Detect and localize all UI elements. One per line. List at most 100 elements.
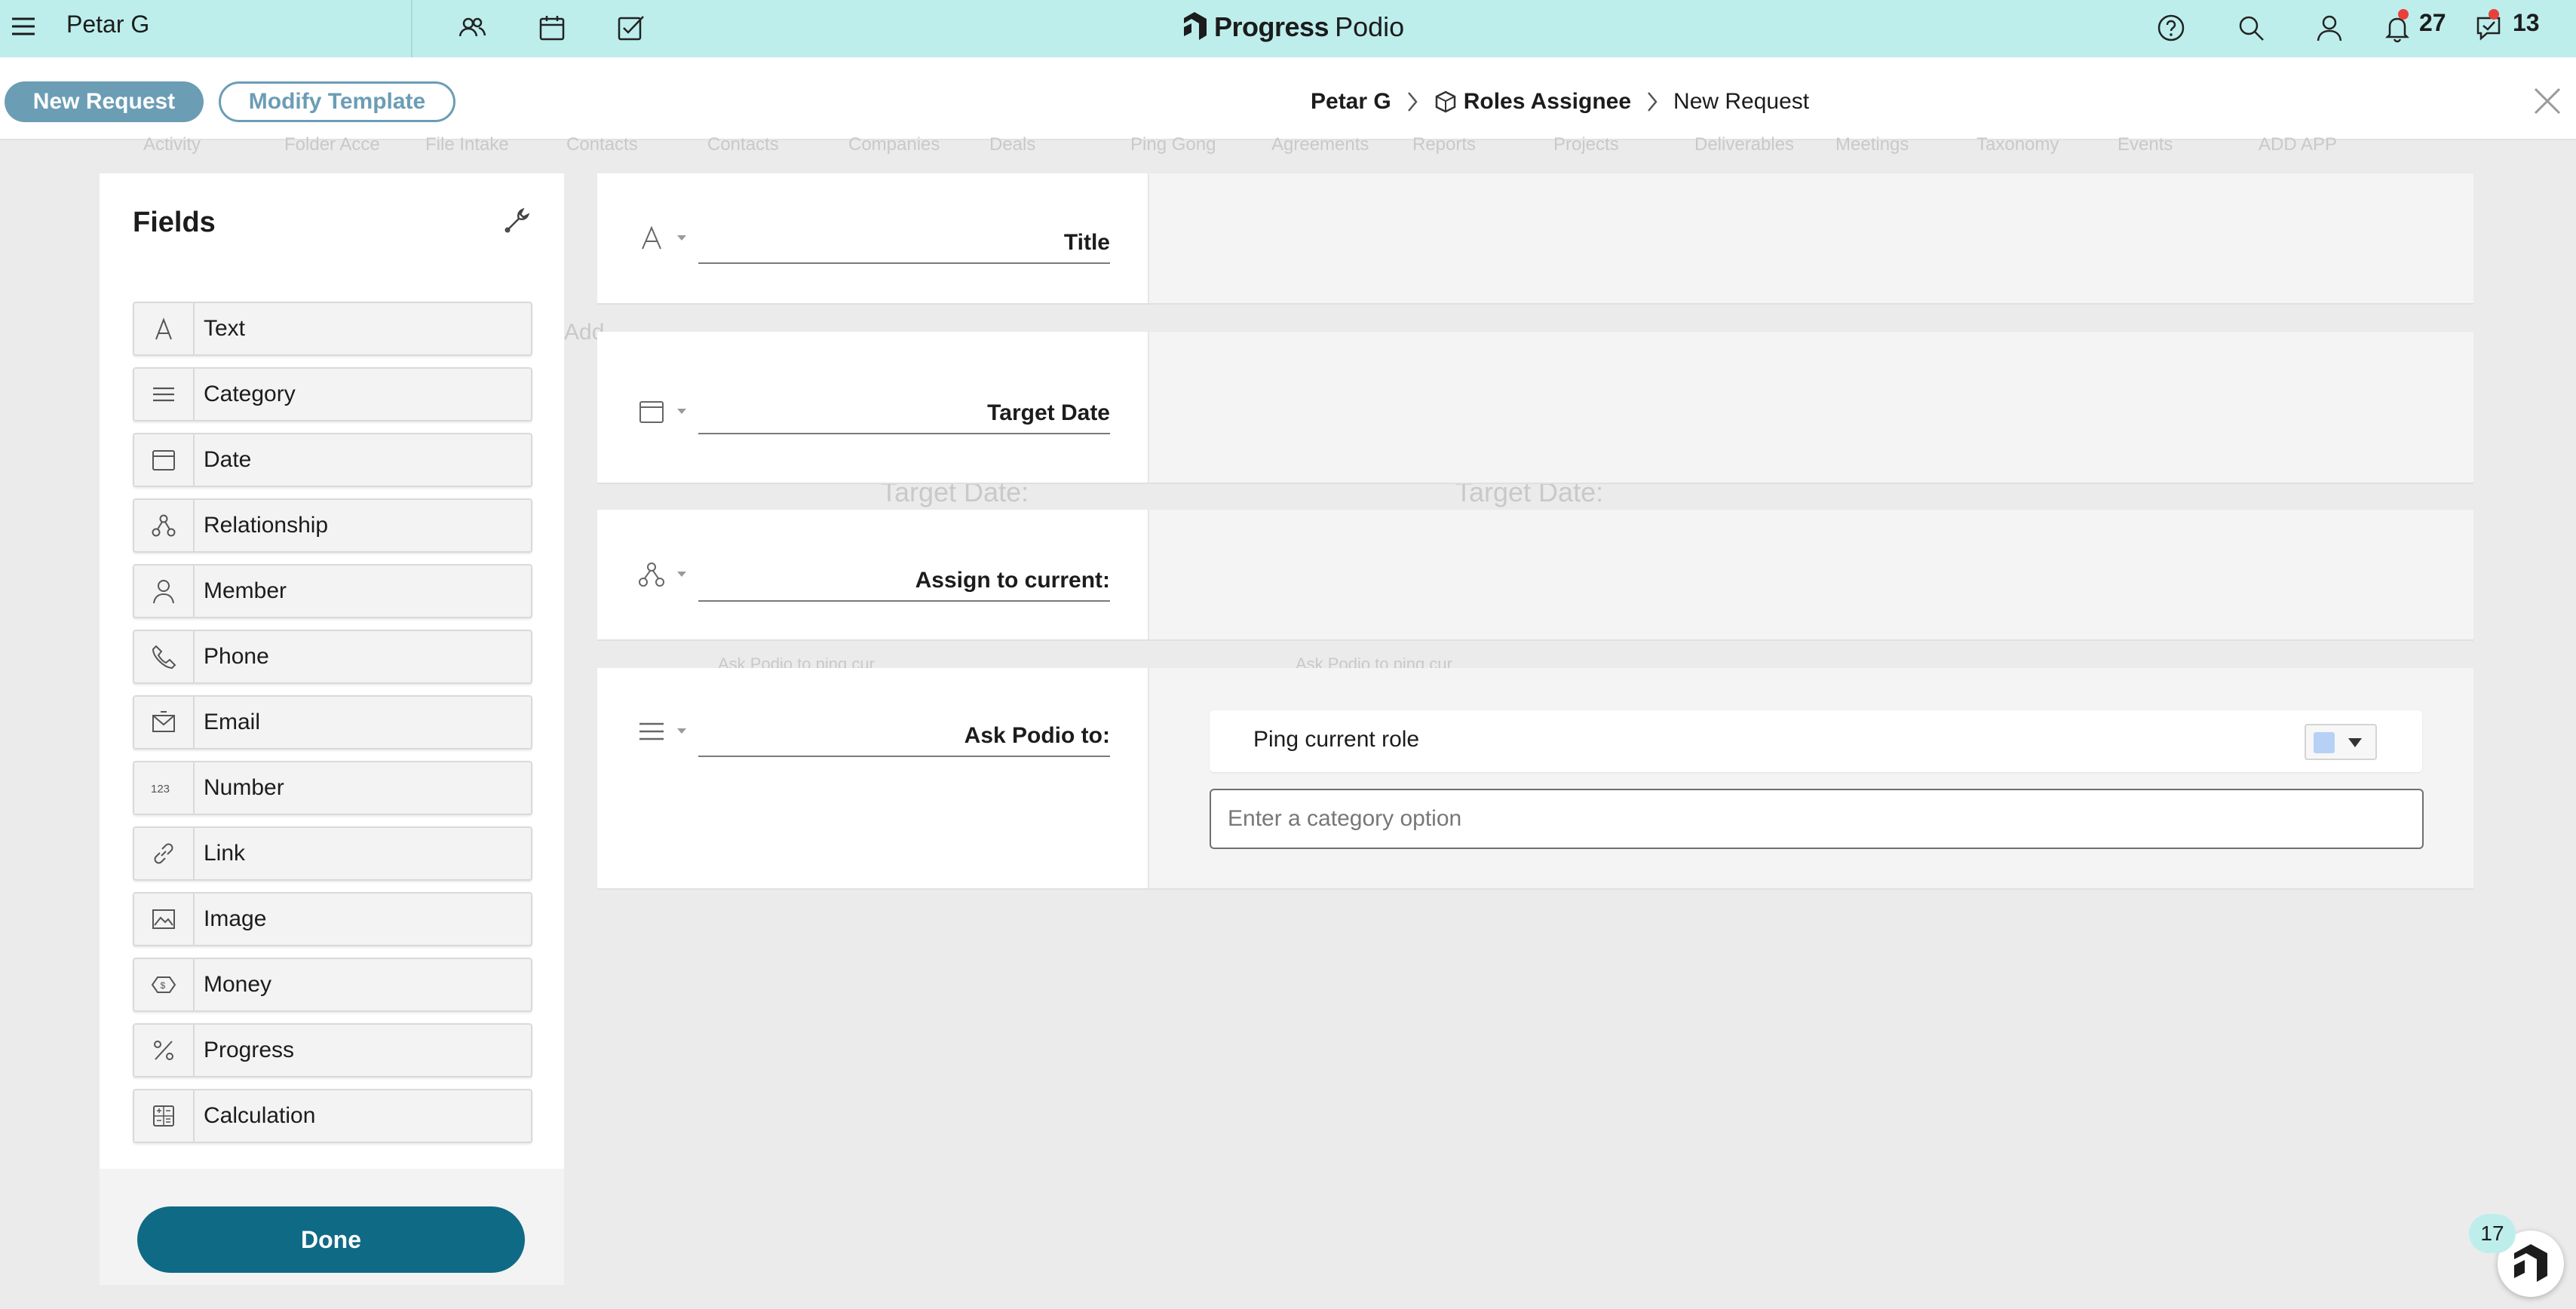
text-icon[interactable] xyxy=(636,223,667,253)
background-tab: Contacts xyxy=(707,134,779,155)
category-option-input[interactable] xyxy=(1210,789,2424,849)
field-type-category[interactable]: Category xyxy=(133,367,532,422)
form-row-target-date: Target Date xyxy=(597,332,2473,484)
breadcrumb-workspace[interactable]: Petar G xyxy=(1311,89,1391,115)
field-type-label: Relationship xyxy=(204,513,329,538)
app-cube-icon xyxy=(1435,90,1455,113)
background-tab: Companies xyxy=(848,134,940,155)
category-option-label[interactable]: Ping current role xyxy=(1253,727,1419,753)
profile-icon[interactable] xyxy=(2314,12,2345,44)
field-type-label: Calculation xyxy=(204,1103,316,1128)
color-select[interactable] xyxy=(2305,724,2377,760)
field-type-progress[interactable]: Progress xyxy=(133,1023,532,1078)
money-icon: $ xyxy=(134,959,195,1010)
relationship-icon[interactable] xyxy=(636,559,667,590)
svg-text:$: $ xyxy=(161,980,166,991)
link-icon xyxy=(134,828,195,879)
close-icon[interactable] xyxy=(2532,86,2562,116)
field-label-cell: Ask Podio to: xyxy=(597,668,1149,888)
field-type-email[interactable]: Email xyxy=(133,695,532,750)
chats-count[interactable]: 13 xyxy=(2513,8,2540,38)
chat-dot xyxy=(2489,9,2499,20)
new-request-button[interactable]: New Request xyxy=(5,81,204,122)
field-type-text[interactable]: Text xyxy=(133,302,532,356)
text-icon xyxy=(134,303,195,354)
field-type-phone[interactable]: Phone xyxy=(133,630,532,684)
field-type-label: Text xyxy=(204,316,246,341)
field-type-money[interactable]: $ Money xyxy=(133,958,532,1012)
field-type-relationship[interactable]: Relationship xyxy=(133,498,532,553)
progress-logo-icon xyxy=(2514,1244,2547,1282)
category-option-row[interactable]: Ping current role xyxy=(1210,710,2422,772)
date-icon[interactable] xyxy=(636,397,667,427)
phone-icon xyxy=(134,631,195,682)
topbar-divider xyxy=(411,0,412,57)
field-label-cell: Target Date xyxy=(597,332,1149,483)
field-label-target-date[interactable]: Target Date xyxy=(698,392,1110,434)
field-label-assign[interactable]: Assign to current: xyxy=(698,559,1110,602)
brand-name: Progress xyxy=(1214,11,1329,42)
field-type-image[interactable]: Image xyxy=(133,892,532,946)
field-type-label: Member xyxy=(204,578,287,603)
field-label-title[interactable]: Title xyxy=(698,222,1110,264)
field-label-ask-podio[interactable]: Ask Podio to: xyxy=(698,715,1110,757)
progress-podio-logo: Progress Podio xyxy=(1182,5,1404,50)
form-row-assign: Assign to current: xyxy=(597,510,2473,641)
notifications-count[interactable]: 27 xyxy=(2419,8,2446,38)
field-label-cell: Title xyxy=(597,173,1149,303)
breadcrumb: Petar G Roles Assignee New Request xyxy=(1311,81,1809,122)
category-icon xyxy=(134,369,195,420)
member-icon xyxy=(134,566,195,617)
wrench-icon[interactable] xyxy=(502,205,532,235)
background-tab: Taxonomy xyxy=(1976,134,2059,155)
field-type-date[interactable]: Date xyxy=(133,433,532,487)
tasks-icon[interactable] xyxy=(615,12,646,44)
breadcrumb-app[interactable]: Roles Assignee xyxy=(1464,89,1631,115)
relationship-icon xyxy=(134,500,195,551)
background-tab: File Intake xyxy=(425,134,509,155)
field-type-label: Date xyxy=(204,447,252,472)
field-type-link[interactable]: Link xyxy=(133,826,532,881)
calculation-icon xyxy=(134,1090,195,1142)
done-button[interactable]: Done xyxy=(137,1206,525,1273)
notifications-bell-icon[interactable] xyxy=(2381,12,2413,44)
date-icon xyxy=(134,434,195,486)
background-tab: Meetings xyxy=(1835,134,1909,155)
image-icon xyxy=(134,894,195,945)
background-tab: ADD APP xyxy=(2259,134,2338,155)
field-type-label: Number xyxy=(204,775,284,800)
category-options-area: Ping current role xyxy=(1149,668,2473,888)
type-caret-icon[interactable] xyxy=(677,235,686,241)
fields-panel-title: Fields xyxy=(133,207,216,238)
hamburger-menu-icon[interactable] xyxy=(11,15,36,38)
field-type-label: Progress xyxy=(204,1038,295,1062)
fields-panel-footer: Done xyxy=(100,1169,564,1285)
background-tab: Activity xyxy=(143,134,201,155)
background-tab: Projects xyxy=(1553,134,1619,155)
calendar-icon[interactable] xyxy=(536,12,568,44)
field-type-label: Money xyxy=(204,972,272,997)
product-name: Podio xyxy=(1335,11,1405,42)
chevron-right-icon xyxy=(1407,92,1418,112)
field-type-member[interactable]: Member xyxy=(133,564,532,618)
help-widget[interactable]: 17 xyxy=(2466,1211,2564,1301)
color-swatch xyxy=(2314,732,2335,753)
progress-icon xyxy=(134,1025,195,1076)
type-caret-icon[interactable] xyxy=(677,572,686,577)
workspace-name[interactable]: Petar G xyxy=(66,9,149,39)
type-caret-icon[interactable] xyxy=(677,409,686,414)
field-type-label: Image xyxy=(204,906,267,931)
field-type-label: Link xyxy=(204,841,246,866)
contacts-icon[interactable] xyxy=(456,12,488,44)
modify-template-button[interactable]: Modify Template xyxy=(219,81,455,122)
field-type-label: Category xyxy=(204,382,296,406)
top-bar: Petar G Progress Podio 27 13 xyxy=(0,0,2576,57)
category-icon[interactable] xyxy=(636,716,667,746)
search-icon[interactable] xyxy=(2235,12,2267,44)
field-type-calculation[interactable]: Calculation xyxy=(133,1089,532,1143)
type-caret-icon[interactable] xyxy=(677,728,686,734)
help-icon[interactable] xyxy=(2155,12,2187,44)
background-tab: Events xyxy=(2118,134,2173,155)
progress-logo-icon xyxy=(1184,12,1207,40)
field-type-number[interactable]: 123 Number xyxy=(133,761,532,815)
